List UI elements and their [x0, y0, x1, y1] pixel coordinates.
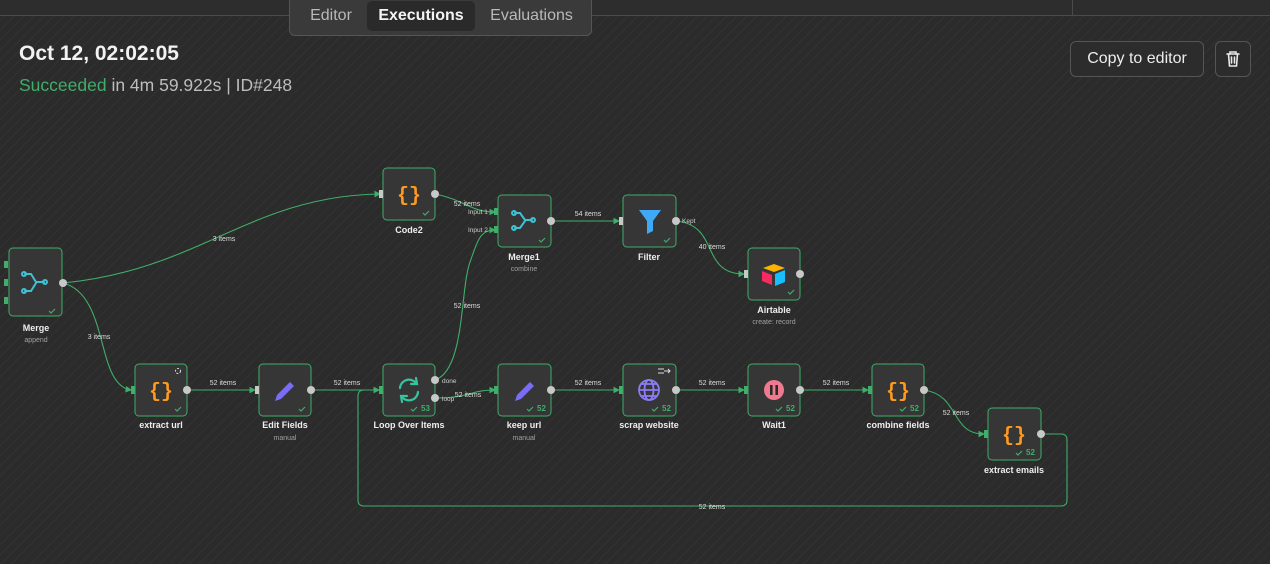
edge-label: 52 items — [210, 380, 237, 387]
node-wait1[interactable]: 52 Wait1 — [744, 363, 804, 430]
output-label: Kept — [682, 218, 696, 225]
edge-label: 52 items — [334, 380, 361, 387]
node-edit-fields[interactable]: Edit Fields manual — [255, 363, 315, 442]
edge-label: 52 items — [575, 380, 602, 387]
node-subtitle: append — [24, 337, 47, 344]
edge-label: 52 items — [943, 410, 970, 417]
node-filter[interactable]: Kept Filter — [619, 194, 696, 262]
item-count: 52 — [786, 404, 795, 413]
node-merge1[interactable]: Input 1 Input 2 Merge1 combine — [468, 194, 555, 273]
edge-label: 52 items — [699, 380, 726, 387]
node-label: Merge — [23, 323, 50, 333]
workflow-canvas[interactable]: 3 items 3 items 52 items 54 items 40 ite… — [0, 0, 1270, 564]
node-subtitle: create: record — [752, 319, 795, 326]
node-label: Code2 — [395, 225, 423, 235]
node-airtable[interactable]: Airtable create: record — [744, 247, 804, 326]
output-label: done — [442, 378, 457, 385]
output-label: loop — [442, 396, 455, 403]
code-braces-icon: {} — [886, 381, 910, 404]
node-label: Edit Fields — [262, 420, 308, 430]
item-count: 52 — [537, 404, 546, 413]
pause-icon — [764, 380, 784, 400]
node-subtitle: manual — [513, 435, 536, 442]
item-count: 53 — [421, 404, 430, 413]
node-label: Filter — [638, 252, 661, 262]
edge-label: 40 items — [699, 244, 726, 251]
node-extract-emails[interactable]: {} 52 extract emails — [984, 407, 1045, 475]
node-label: Loop Over Items — [373, 420, 444, 430]
edge-label: 52 items — [699, 504, 726, 511]
node-keep-url[interactable]: 52 keep url manual — [494, 363, 555, 442]
item-count: 52 — [1026, 448, 1035, 457]
node-label: extract emails — [984, 465, 1044, 475]
node-subtitle: combine — [511, 266, 538, 273]
node-merge[interactable]: Merge append — [4, 247, 67, 344]
node-label: combine fields — [866, 420, 929, 430]
node-label: scrap website — [619, 420, 679, 430]
code-braces-icon: {} — [149, 381, 173, 404]
edge-label: 52 items — [455, 392, 482, 399]
edge-label: 54 items — [575, 211, 602, 218]
edge-label: 52 items — [454, 303, 481, 310]
node-scrap-website[interactable]: 52 scrap website — [619, 363, 680, 430]
code-braces-icon: {} — [1002, 425, 1026, 448]
node-combine-fields[interactable]: {} 52 combine fields — [866, 363, 930, 430]
node-label: Airtable — [757, 305, 791, 315]
node-subtitle: manual — [274, 435, 297, 442]
node-label: Wait1 — [762, 420, 786, 430]
node-code2[interactable]: {} Code2 — [379, 167, 439, 235]
node-label: extract url — [139, 420, 183, 430]
item-count: 52 — [910, 404, 919, 413]
node-label: Merge1 — [508, 252, 540, 262]
code-braces-icon: {} — [397, 185, 421, 208]
item-count: 52 — [662, 404, 671, 413]
edge-label: 52 items — [454, 201, 481, 208]
edge-label: 3 items — [213, 236, 236, 243]
connection-emails-loop[interactable] — [357, 386, 1068, 507]
node-extract-url[interactable]: {} extract url — [131, 363, 191, 430]
input-label: Input 2 — [468, 227, 488, 234]
node-label: keep url — [507, 420, 542, 430]
input-label: Input 1 — [468, 209, 488, 216]
edge-label: 52 items — [823, 380, 850, 387]
edge-label: 3 items — [88, 334, 111, 341]
